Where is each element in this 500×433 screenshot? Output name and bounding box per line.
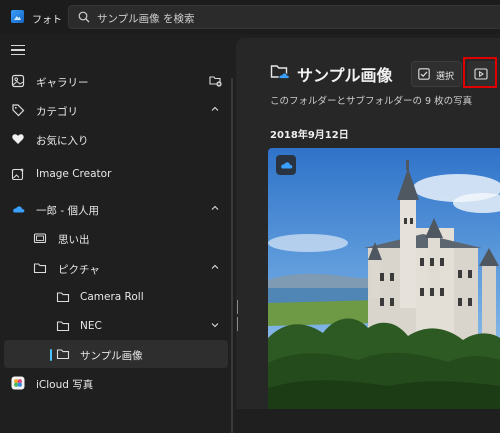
sidebar-item-camera-roll[interactable]: Camera Roll: [0, 283, 230, 311]
select-button[interactable]: 選択: [411, 61, 462, 87]
onedrive-cloud-icon: [13, 206, 25, 213]
photo-count-subtitle: このフォルダーとサブフォルダーの 9 枚の写真: [270, 96, 473, 107]
sidebar-item-favorites[interactable]: お気に入り: [0, 125, 230, 153]
gallery-icon: [11, 74, 25, 88]
sidebar-item-pictures[interactable]: ピクチャ: [0, 254, 230, 282]
sidebar-item-label: サンプル画像: [80, 350, 143, 362]
sidebar-item-label: お気に入り: [36, 135, 89, 147]
date-group-header: 2018年9月12日: [270, 130, 349, 141]
search-placeholder: サンプル画像 を検索: [97, 13, 195, 25]
app-title: フォト: [32, 15, 62, 26]
chevron-up-icon[interactable]: [210, 104, 220, 114]
sidebar-item-gallery[interactable]: ギャラリー: [0, 67, 230, 95]
search-icon: [78, 11, 90, 23]
onedrive-cloud-icon: [281, 162, 293, 169]
sidebar-item-sample-pictures[interactable]: サンプル画像: [4, 340, 228, 368]
checkbox-icon: [418, 68, 430, 80]
page-title: サンプル画像: [297, 66, 393, 85]
sidebar-item-label: 思い出: [58, 234, 90, 246]
image-creator-icon: [11, 167, 25, 181]
sidebar-scrollbar[interactable]: [231, 78, 233, 433]
onedrive-sync-badge: [276, 155, 296, 175]
sidebar-item-nec[interactable]: NEC: [0, 312, 230, 340]
selection-indicator: [50, 349, 52, 361]
folder-icon: [56, 292, 70, 303]
sidebar-item-label: NEC: [80, 320, 102, 332]
pane-resize-handle[interactable]: [237, 300, 240, 331]
photos-app-icon: [11, 10, 24, 23]
sidebar-item-category[interactable]: カテゴリ: [0, 96, 230, 124]
highlight-annotation: [463, 57, 497, 88]
sidebar-item-label: Camera Roll: [80, 291, 144, 303]
chevron-down-icon[interactable]: [210, 320, 220, 330]
add-folder-icon[interactable]: [209, 74, 222, 87]
sidebar-item-onedrive[interactable]: 一郎 - 個人用: [0, 195, 230, 223]
search-input[interactable]: サンプル画像 を検索: [68, 5, 500, 29]
sidebar-item-image-creator[interactable]: Image Creator: [0, 160, 230, 188]
title-bar: フォト サンプル画像 を検索: [0, 0, 500, 34]
sidebar-item-label: ギャラリー: [36, 77, 89, 89]
heart-icon: [12, 134, 24, 144]
folder-icon: [33, 263, 47, 274]
select-button-label: 選択: [436, 72, 455, 82]
folder-onedrive-icon: [270, 65, 290, 79]
photo-thumbnail[interactable]: [268, 148, 500, 409]
sidebar-item-label: iCloud 写真: [36, 379, 94, 391]
menu-icon[interactable]: [11, 45, 25, 57]
sidebar-item-label: ピクチャ: [58, 264, 100, 276]
folder-icon: [56, 349, 70, 360]
tag-icon: [12, 104, 25, 117]
sidebar-item-icloud[interactable]: iCloud 写真: [0, 369, 230, 397]
sidebar-item-label: 一郎 - 個人用: [36, 205, 99, 217]
sidebar-item-memories[interactable]: 思い出: [0, 224, 230, 252]
chevron-up-icon[interactable]: [210, 262, 220, 272]
memories-icon: [33, 233, 47, 244]
chevron-up-icon[interactable]: [210, 203, 220, 213]
folder-icon: [56, 321, 70, 332]
sidebar-item-label: カテゴリ: [36, 106, 78, 118]
sidebar-item-label: Image Creator: [36, 168, 112, 180]
icloud-icon: [11, 376, 25, 390]
sidebar: ギャラリー カテゴリ お気に入り Image Creator 一郎 - 個人用 …: [0, 34, 236, 433]
